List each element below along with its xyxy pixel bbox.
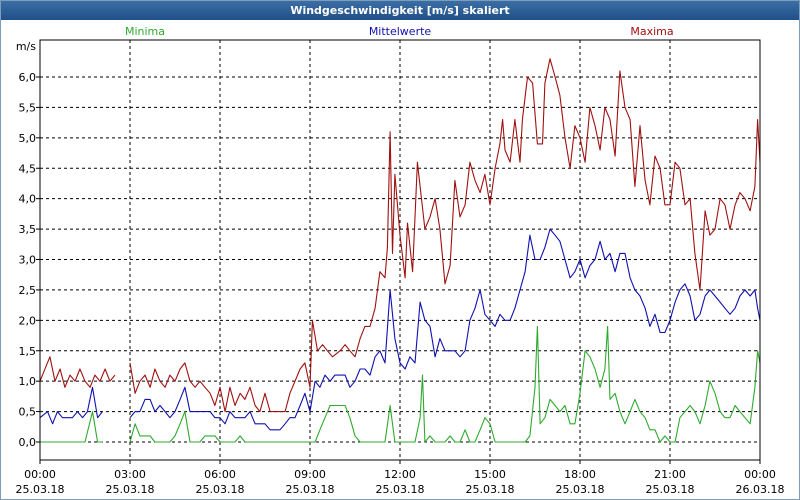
series-mittelwerte-line [39,386,103,425]
series-minima-line [129,325,761,443]
legend-maxima: Maxima [630,25,673,38]
y-tick-label: 2,5 [19,284,37,297]
y-tick-label: 5,5 [19,101,37,114]
x-tick-time: 00:00 [24,468,56,481]
y-axis-unit: m/s [16,40,36,53]
y-tick-label: 0,0 [19,436,37,449]
y-tick-label: 0,5 [19,406,37,419]
y-tick-label: 4,5 [19,162,37,175]
legend-minima: Minima [125,25,165,38]
x-tick-date: 25.03.18 [466,483,515,496]
y-tick-label: 4,0 [19,193,37,206]
x-tick-time: 12:00 [384,468,416,481]
x-tick-date: 26.03.18 [736,483,785,496]
x-tick-date: 25.03.18 [106,483,155,496]
y-tick-label: 3,0 [19,254,37,267]
grid [40,40,760,460]
series-maxima-line [39,356,116,388]
x-tick-time: 21:00 [654,468,686,481]
x-tick-date: 25.03.18 [16,483,65,496]
y-tick-label: 5,0 [19,132,37,145]
x-tick-date: 25.03.18 [196,483,245,496]
legend-mittelwerte: Mittelwerte [369,25,432,38]
x-tick-time: 15:00 [474,468,506,481]
y-tick-label: 1,5 [19,345,37,358]
series-maxima-line [129,58,761,413]
x-tick-time: 03:00 [114,468,146,481]
y-tick-label: 3,5 [19,223,37,236]
y-tick-label: 6,0 [19,71,37,84]
x-tick-time: 09:00 [294,468,326,481]
y-tick-label: 1,0 [19,375,37,388]
x-tick-time: 00:00 [744,468,776,481]
y-tick-label: 2,0 [19,314,37,327]
x-tick-date: 25.03.18 [646,483,695,496]
chart-svg: 0,0 0,5 1,0 1,5 2,0 2,5 3,0 3,5 4,0 4,5 5,0 5,5 6,0 m… [16,25,785,496]
x-tick-date: 25.03.18 [286,483,335,496]
x-tick-time: 18:00 [564,468,596,481]
x-tick-date: 25.03.18 [376,483,425,496]
x-tick-time: 06:00 [204,468,236,481]
x-tick-date: 25.03.18 [556,483,605,496]
